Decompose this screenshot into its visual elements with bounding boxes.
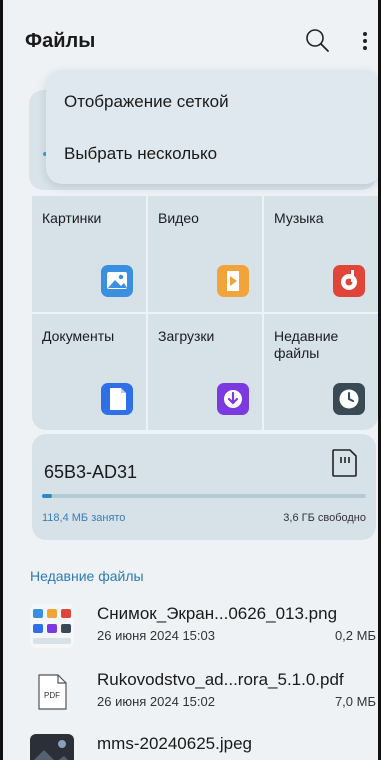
category-label: Недавние файлы [274, 328, 339, 361]
sd-usage-bar [42, 494, 366, 498]
category-documents[interactable]: Документы [32, 314, 146, 430]
category-label: Видео [158, 210, 199, 226]
music-icon [333, 265, 365, 297]
sd-used-text: 118,4 МБ занято [42, 512, 126, 524]
menu-item-select-multiple[interactable]: Выбрать несколько [64, 144, 217, 164]
list-item[interactable]: mms-20240625.jpeg [30, 730, 378, 760]
category-music[interactable]: Музыка [264, 196, 378, 312]
more-vert-icon [363, 32, 367, 50]
category-downloads[interactable]: Загрузки [148, 314, 262, 430]
file-name: Снимок_Экран...0626_013.png [97, 604, 338, 623]
categories-grid: Картинки Видео Музыка Документы Загрузки… [32, 196, 378, 430]
category-video[interactable]: Видео [148, 196, 262, 312]
file-size: 0,2 МБ [334, 628, 376, 643]
sd-card-icon [332, 449, 357, 477]
recent-files-heading: Недавние файлы [30, 568, 144, 584]
category-label: Загрузки [158, 328, 215, 344]
photo-thumb [30, 734, 74, 760]
menu-item-grid-view[interactable]: Отображение сеткой [64, 92, 229, 112]
list-item[interactable]: Снимок_Экран...0626_013.png 26 июня 2024… [30, 600, 378, 652]
files-screen: Файлы Картинки Видео Музыка Документы За… [0, 0, 381, 760]
file-date: 26 июня 2024 15:03 [97, 628, 215, 643]
sd-free-text: 3,6 ГБ свободно [283, 512, 366, 524]
video-icon [217, 265, 249, 297]
category-recent[interactable]: Недавние файлы [264, 314, 378, 430]
pdf-icon: PDF [30, 670, 74, 714]
category-label: Документы [42, 328, 115, 344]
screenshot-thumb [30, 604, 74, 648]
sd-usage-fill [42, 494, 52, 498]
overflow-menu: Отображение сеткой Выбрать несколько [46, 70, 378, 184]
image-icon [101, 265, 133, 297]
list-item[interactable]: PDF Rukovodstvo_ad...rora_5.1.0.pdf 26 и… [30, 666, 378, 718]
svg-text:PDF: PDF [44, 691, 60, 700]
category-label: Картинки [42, 210, 102, 226]
header: Файлы [3, 0, 378, 72]
clock-icon [333, 383, 365, 415]
file-name: Rukovodstvo_ad...rora_5.1.0.pdf [97, 670, 344, 689]
page-title: Файлы [25, 30, 96, 52]
search-button[interactable] [303, 26, 333, 56]
download-icon [217, 383, 249, 415]
more-options-button[interactable] [355, 26, 375, 56]
file-size: 7,0 МБ [334, 694, 376, 709]
category-label: Музыка [274, 210, 324, 226]
search-icon [306, 29, 329, 52]
sd-card-storage[interactable]: 65B3-AD31 118,4 МБ занято 3,6 ГБ свободн… [32, 434, 376, 540]
category-pictures[interactable]: Картинки [32, 196, 146, 312]
file-date: 26 июня 2024 15:02 [97, 694, 215, 709]
sd-card-name: 65B3-AD31 [44, 462, 138, 482]
file-name: mms-20240625.jpeg [97, 734, 252, 753]
document-icon [101, 383, 133, 415]
